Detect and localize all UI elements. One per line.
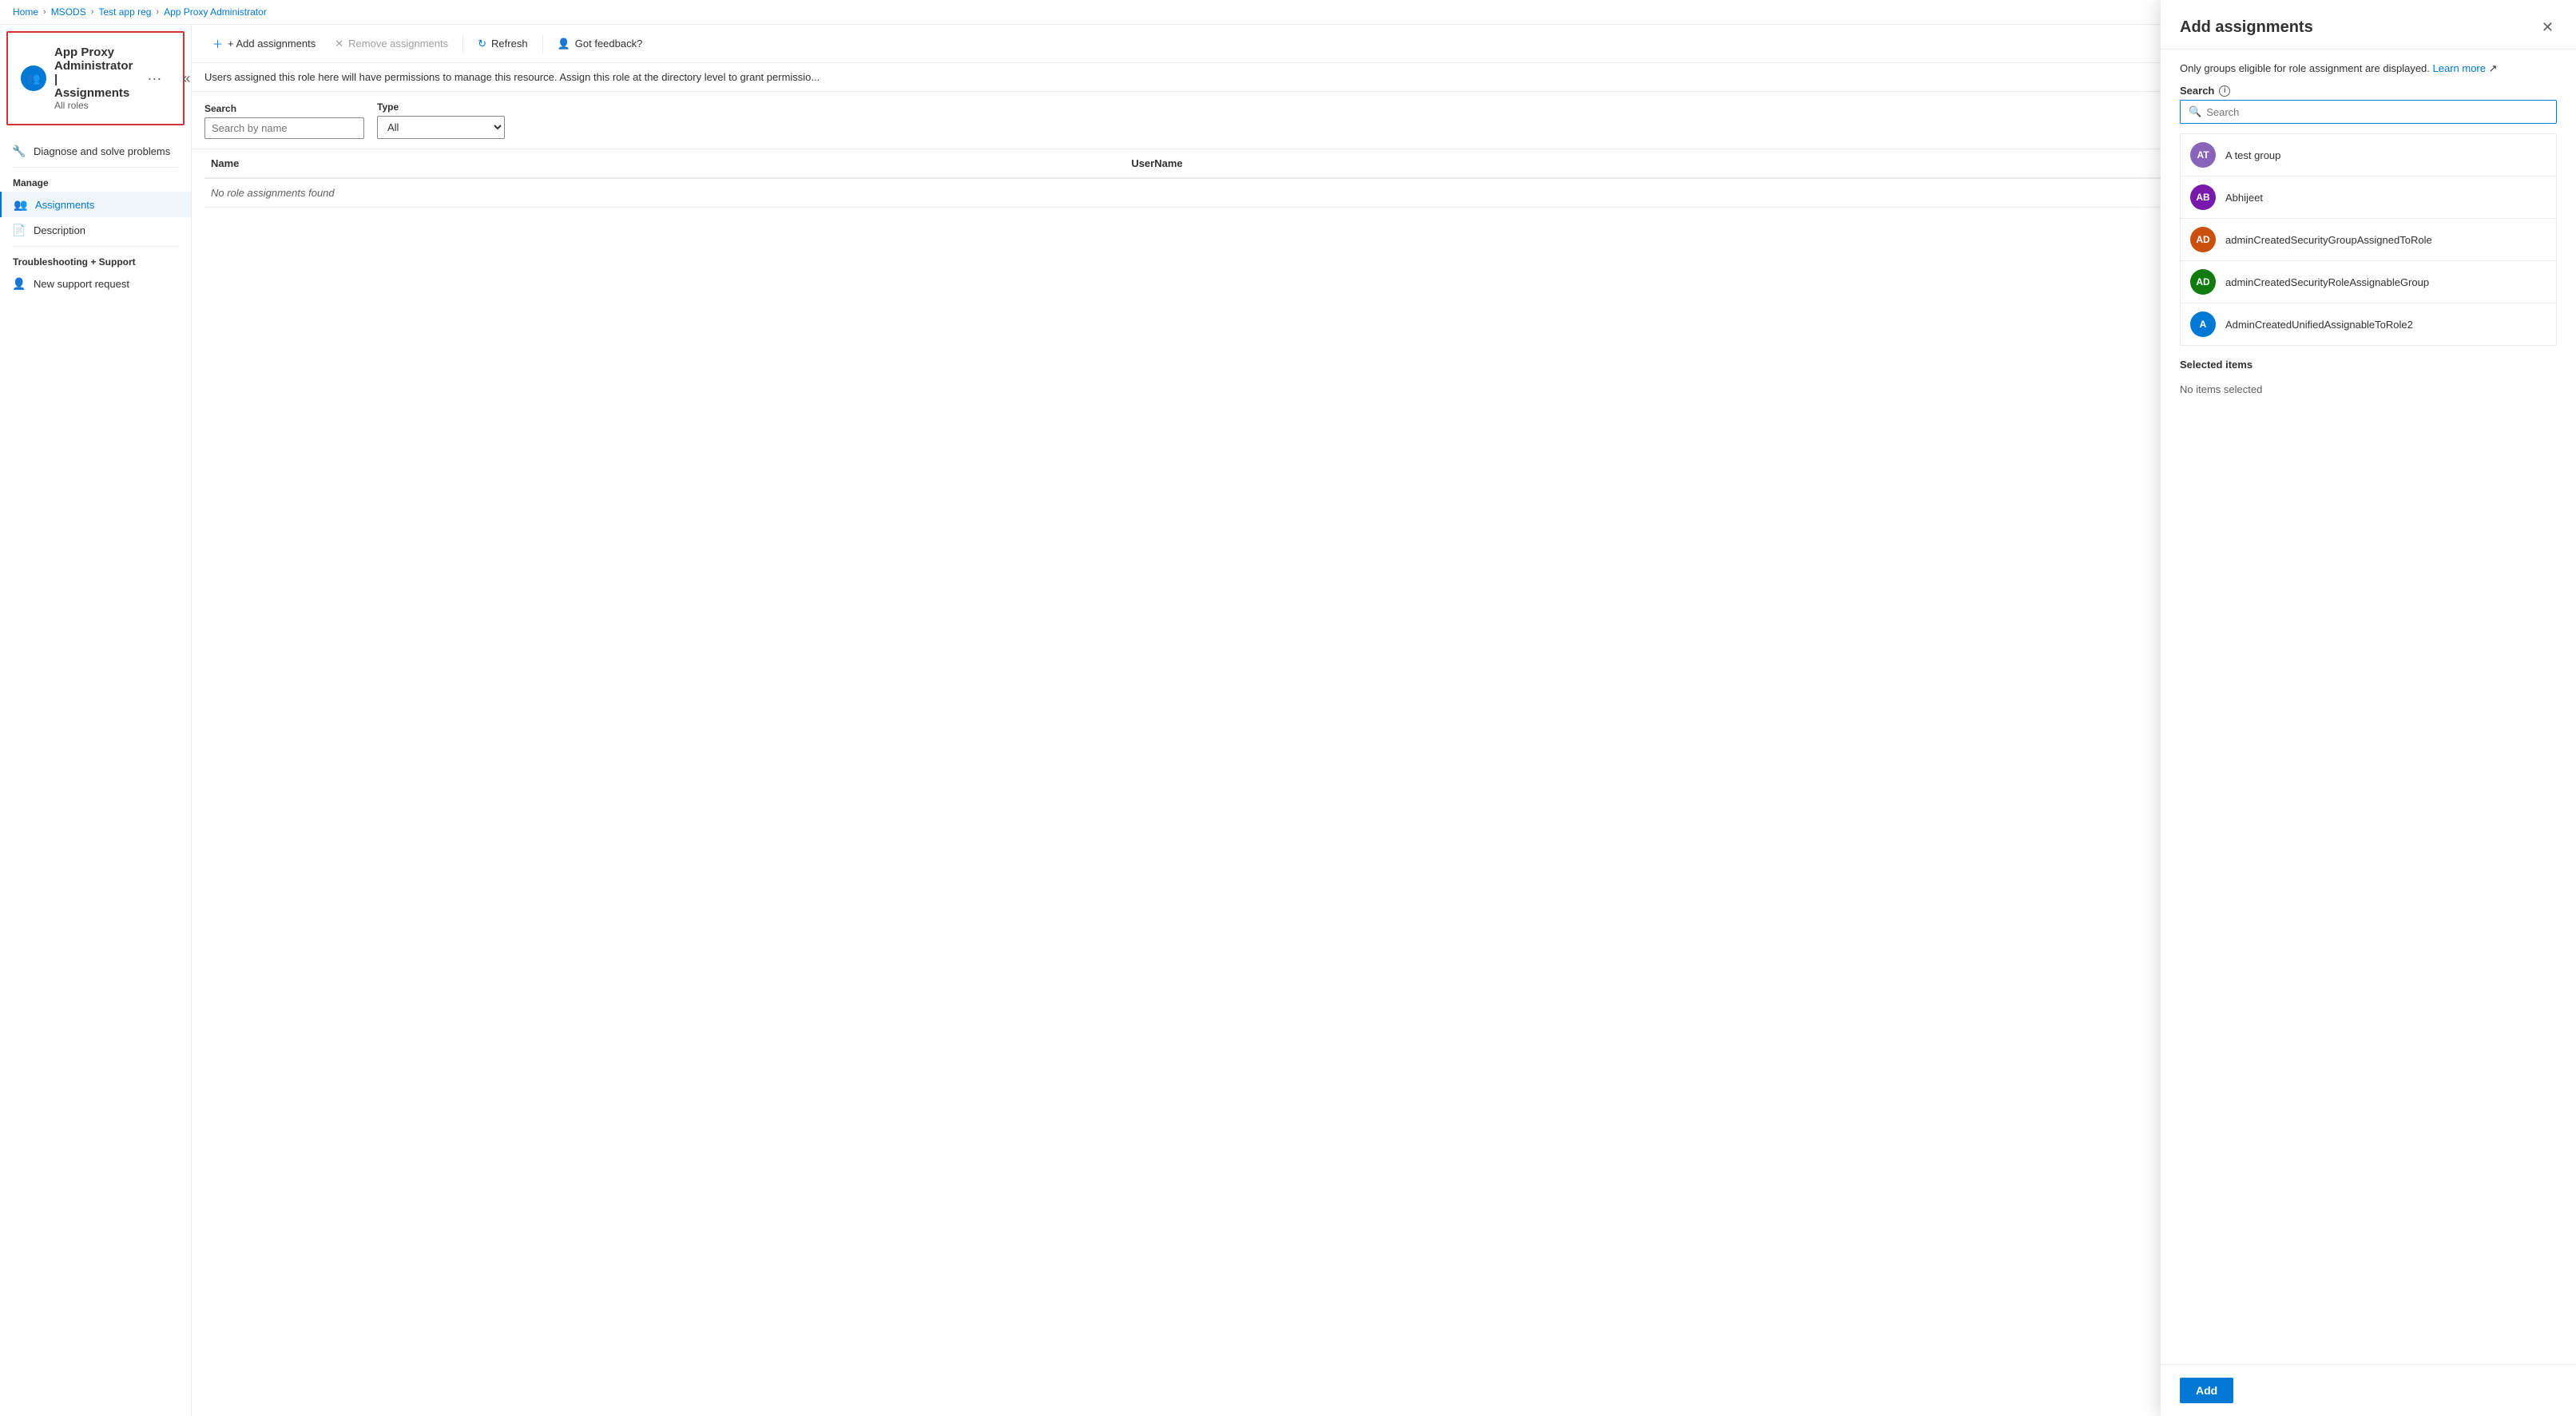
- users-icon: 👥: [26, 72, 40, 85]
- breadcrumb-msods[interactable]: MSODS: [51, 6, 86, 18]
- panel-search-label: Search i: [2180, 85, 2557, 97]
- sidebar-header-icon: 👥: [21, 65, 46, 91]
- refresh-button[interactable]: ↻ Refresh: [470, 33, 535, 55]
- group-item-a[interactable]: A AdminCreatedUnifiedAssignableToRole2: [2181, 303, 2556, 345]
- breadcrumb-sep-2: ›: [91, 7, 94, 17]
- sidebar-divider-2: [13, 246, 178, 247]
- panel-body: Only groups eligible for role assignment…: [2161, 50, 2576, 1364]
- troubleshooting-section-title: Troubleshooting + Support: [0, 250, 191, 271]
- search-info-icon[interactable]: i: [2219, 85, 2230, 97]
- search-filter-group: Search: [204, 103, 364, 139]
- group-name-ad2: adminCreatedSecurityRoleAssignableGroup: [2225, 276, 2429, 288]
- group-name-ad1: adminCreatedSecurityGroupAssignedToRole: [2225, 234, 2432, 246]
- breadcrumb-test-app-reg[interactable]: Test app reg: [98, 6, 151, 18]
- assignments-label: Assignments: [35, 199, 94, 211]
- diagnose-label: Diagnose and solve problems: [34, 145, 170, 157]
- sidebar-header: 👥 App Proxy Administrator | Assignments …: [6, 31, 185, 125]
- col-name: Name: [204, 149, 1125, 178]
- sidebar-page-name: Assignments: [54, 86, 129, 100]
- sidebar-role-name: App Proxy Administrator: [54, 46, 133, 73]
- info-text: Users assigned this role here will have …: [204, 71, 820, 83]
- add-icon: ＋: [212, 36, 223, 51]
- group-name-ab: Abhijeet: [2225, 192, 2263, 204]
- wrench-icon: 🔧: [13, 145, 26, 157]
- type-filter-group: Type All Users Groups Service Principals: [377, 101, 505, 139]
- feedback-button[interactable]: 👤 Got feedback?: [550, 33, 651, 55]
- panel-footer: Add: [2161, 1364, 2576, 1416]
- breadcrumb-app-proxy[interactable]: App Proxy Administrator: [164, 6, 267, 18]
- group-avatar-ad1: AD: [2190, 227, 2216, 252]
- description-label: Description: [34, 224, 85, 236]
- group-item-ad2[interactable]: AD adminCreatedSecurityRoleAssignableGrou…: [2181, 261, 2556, 303]
- breadcrumb-sep-3: ›: [156, 7, 159, 17]
- diagnose-item[interactable]: 🔧 Diagnose and solve problems: [0, 138, 191, 164]
- search-label-text: Search: [2180, 85, 2214, 97]
- sidebar-nav: 🔧 Diagnose and solve problems Manage 👥 A…: [0, 132, 191, 1416]
- remove-assignments-button[interactable]: ✕ Remove assignments: [327, 33, 456, 55]
- group-avatar-ad2: AD: [2190, 269, 2216, 295]
- panel-add-button[interactable]: Add: [2180, 1378, 2233, 1403]
- panel-header: Add assignments ✕: [2161, 25, 2576, 50]
- toolbar-separator-2: [542, 34, 543, 54]
- remove-icon: ✕: [335, 38, 343, 50]
- refresh-icon: ↻: [478, 38, 486, 50]
- group-item-ab[interactable]: AB Abhijeet: [2181, 177, 2556, 219]
- learn-more-link[interactable]: Learn more: [2433, 62, 2486, 74]
- assignments-icon: 👥: [14, 198, 27, 211]
- group-list: AT A test group AB Abhijeet AD adminCreatedSe…: [2180, 133, 2557, 346]
- feedback-label: Got feedback?: [575, 38, 643, 50]
- manage-section: 🔧 Diagnose and solve problems Manage 👥 A…: [0, 132, 191, 303]
- add-assignments-label: + Add assignments: [228, 38, 316, 50]
- sidebar-divider-1: [13, 167, 178, 168]
- group-name-at: A test group: [2225, 149, 2280, 161]
- more-button[interactable]: ···: [141, 67, 168, 90]
- panel-close-button[interactable]: ✕: [2538, 25, 2557, 39]
- add-assignments-panel: Add assignments ✕ Only groups eligible f…: [2161, 25, 2576, 1416]
- feedback-icon: 👤: [558, 38, 570, 50]
- group-name-a: AdminCreatedUnifiedAssignableToRole2: [2225, 319, 2413, 331]
- sidebar-item-assignments[interactable]: 👥 Assignments: [0, 192, 191, 217]
- sidebar-subtitle: All roles: [54, 100, 133, 111]
- search-filter-label: Search: [204, 103, 364, 114]
- group-item-ad1[interactable]: AD adminCreatedSecurityGroupAssignedToRol…: [2181, 219, 2556, 261]
- breadcrumb-sep-1: ›: [43, 7, 46, 17]
- sidebar: 👥 App Proxy Administrator | Assignments …: [0, 25, 192, 1416]
- manage-section-title: Manage: [0, 171, 191, 192]
- group-avatar-ab: AB: [2190, 184, 2216, 210]
- support-label: New support request: [34, 278, 129, 290]
- sidebar-item-support[interactable]: 👤 New support request: [0, 271, 191, 296]
- panel-search-field-wrapper: 🔍: [2180, 100, 2557, 124]
- group-avatar-a: A: [2190, 311, 2216, 337]
- group-item-at[interactable]: AT A test group: [2181, 134, 2556, 177]
- remove-assignments-label: Remove assignments: [348, 38, 448, 50]
- search-input[interactable]: [204, 117, 364, 139]
- sidebar-item-description[interactable]: 📄 Description: [0, 217, 191, 243]
- add-assignments-button[interactable]: ＋ + Add assignments: [204, 31, 323, 56]
- panel-info: Only groups eligible for role assignment…: [2180, 62, 2557, 75]
- type-filter-label: Type: [377, 101, 505, 113]
- panel-search-input[interactable]: [2206, 106, 2548, 118]
- refresh-label: Refresh: [491, 38, 528, 50]
- support-icon: 👤: [13, 277, 26, 290]
- sidebar-header-text: App Proxy Administrator | Assignments Al…: [54, 46, 133, 111]
- sidebar-title: App Proxy Administrator | Assignments: [54, 46, 133, 100]
- description-icon: 📄: [13, 224, 26, 236]
- type-select[interactable]: All Users Groups Service Principals: [377, 116, 505, 139]
- panel-info-text: Only groups eligible for role assignment…: [2180, 62, 2430, 74]
- selected-section: Selected items No items selected: [2180, 359, 2557, 402]
- no-items-text: No items selected: [2180, 377, 2557, 402]
- collapse-button[interactable]: «: [176, 67, 192, 90]
- breadcrumb-home[interactable]: Home: [13, 6, 38, 18]
- group-avatar-at: AT: [2190, 142, 2216, 168]
- toolbar-separator-1: [462, 34, 463, 54]
- selected-section-title: Selected items: [2180, 359, 2557, 371]
- panel-search-icon: 🔍: [2189, 105, 2201, 118]
- panel-title: Add assignments: [2180, 25, 2313, 37]
